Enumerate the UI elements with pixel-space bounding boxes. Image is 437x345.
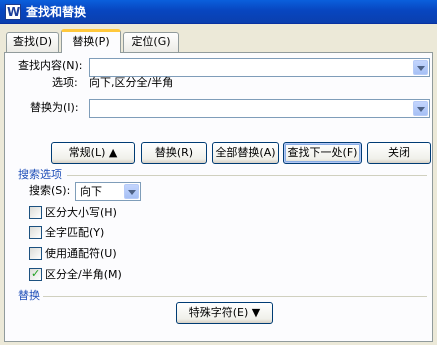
replace-combobox[interactable] — [89, 99, 430, 118]
title-bar[interactable]: W 查找和替换 — [0, 0, 437, 24]
wildcards-checkbox[interactable] — [29, 247, 42, 260]
replace-label: 替换为(I): — [30, 101, 79, 114]
tab-find[interactable]: 查找(D) — [6, 32, 59, 52]
section-divider — [67, 175, 427, 176]
wps-writer-icon: W — [5, 4, 21, 20]
window-title: 查找和替换 — [26, 5, 87, 19]
replace-button[interactable]: 替换(R) — [141, 142, 207, 164]
close-button[interactable]: 关闭 — [367, 142, 431, 164]
search-options-title: 搜索选项 — [18, 168, 62, 181]
wildcards-label[interactable]: 使用通配符(U) — [45, 247, 117, 261]
full-half-width-checkbox[interactable]: ✓ — [29, 267, 42, 281]
normal-toggle-button[interactable]: 常规(L) ▲ — [51, 142, 135, 164]
section-divider — [43, 296, 427, 297]
direction-dropdown-arrow-icon[interactable] — [124, 184, 139, 199]
find-next-button[interactable]: 查找下一处(F) — [283, 142, 362, 164]
match-case-label[interactable]: 区分大小写(H) — [45, 206, 117, 220]
special-characters-button[interactable]: 特殊字符(E) ▼ — [176, 302, 273, 324]
search-direction-select[interactable]: 向下 — [75, 182, 141, 201]
replace-dropdown-arrow-icon[interactable] — [413, 101, 428, 116]
tab-replace[interactable]: 替换(P) — [61, 29, 121, 53]
find-combobox[interactable] — [89, 58, 430, 77]
find-label: 查找内容(N): — [18, 59, 83, 72]
full-half-width-label[interactable]: 区分全/半角(M) — [45, 268, 122, 282]
find-dropdown-arrow-icon[interactable] — [413, 60, 428, 75]
whole-word-label[interactable]: 全字匹配(Y) — [45, 226, 104, 240]
match-case-checkbox[interactable] — [29, 206, 42, 219]
checkmark-icon: ✓ — [31, 267, 41, 280]
tab-panel-replace: 查找内容(N): 选项: 向下,区分全/半角 替换为(I): 常规(L) ▲ 替… — [4, 52, 433, 342]
replace-all-button[interactable]: 全部替换(A) — [212, 142, 279, 164]
search-direction-value: 向下 — [80, 185, 102, 198]
tab-goto[interactable]: 定位(G) — [123, 32, 179, 52]
find-replace-dialog: 查找(D) 替换(P) 定位(G) 查找内容(N): 选项: 向下,区分全/半角… — [0, 24, 437, 345]
whole-word-checkbox[interactable] — [29, 226, 42, 239]
replace-section-title: 替换 — [18, 289, 40, 302]
options-label: 选项: — [52, 76, 78, 89]
options-value: 向下,区分全/半角 — [89, 76, 174, 89]
search-direction-label: 搜索(S): — [29, 184, 71, 197]
